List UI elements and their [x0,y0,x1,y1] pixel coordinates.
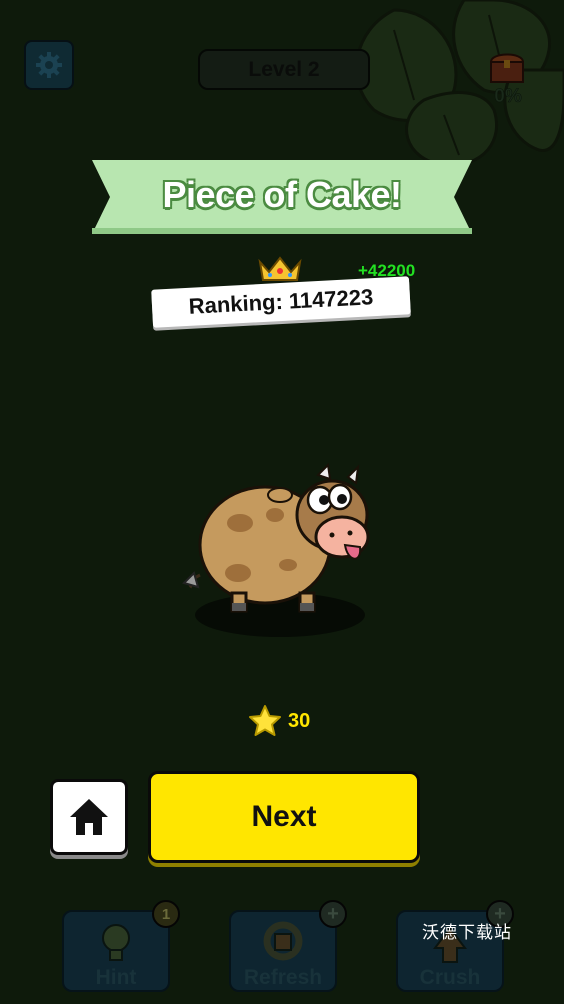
home-icon [70,799,108,835]
crush-label: Crush [419,966,481,989]
crown-icon [258,256,302,281]
banner-title: Piece of Cake! [162,174,402,215]
stars-count: 30 [288,709,311,732]
home-button[interactable] [50,779,128,855]
hint-button[interactable]: Hint 1 [62,900,180,992]
lightbulb-icon [102,924,130,961]
refresh-label: Refresh [243,966,323,989]
refresh-icon [263,921,303,961]
watermark-text: 沃德下载站 [422,923,512,943]
refresh-button[interactable]: Refresh + [229,900,347,992]
level-indicator: Level 2 [198,49,370,90]
ranking-card: Ranking: 1147223 [151,276,411,328]
chest-progress-text: 0% [494,86,522,108]
next-button[interactable]: Next [148,771,420,863]
gear-icon [36,52,62,78]
treasure-chest-icon[interactable] [488,50,526,84]
settings-button[interactable] [24,40,74,90]
hint-count-badge: 1 [152,900,180,928]
stars-earned: 30 [248,704,310,738]
hint-label: Hint [95,966,137,989]
cow-character [182,462,370,637]
star-icon [249,705,281,736]
refresh-add-badge[interactable]: + [319,900,347,928]
